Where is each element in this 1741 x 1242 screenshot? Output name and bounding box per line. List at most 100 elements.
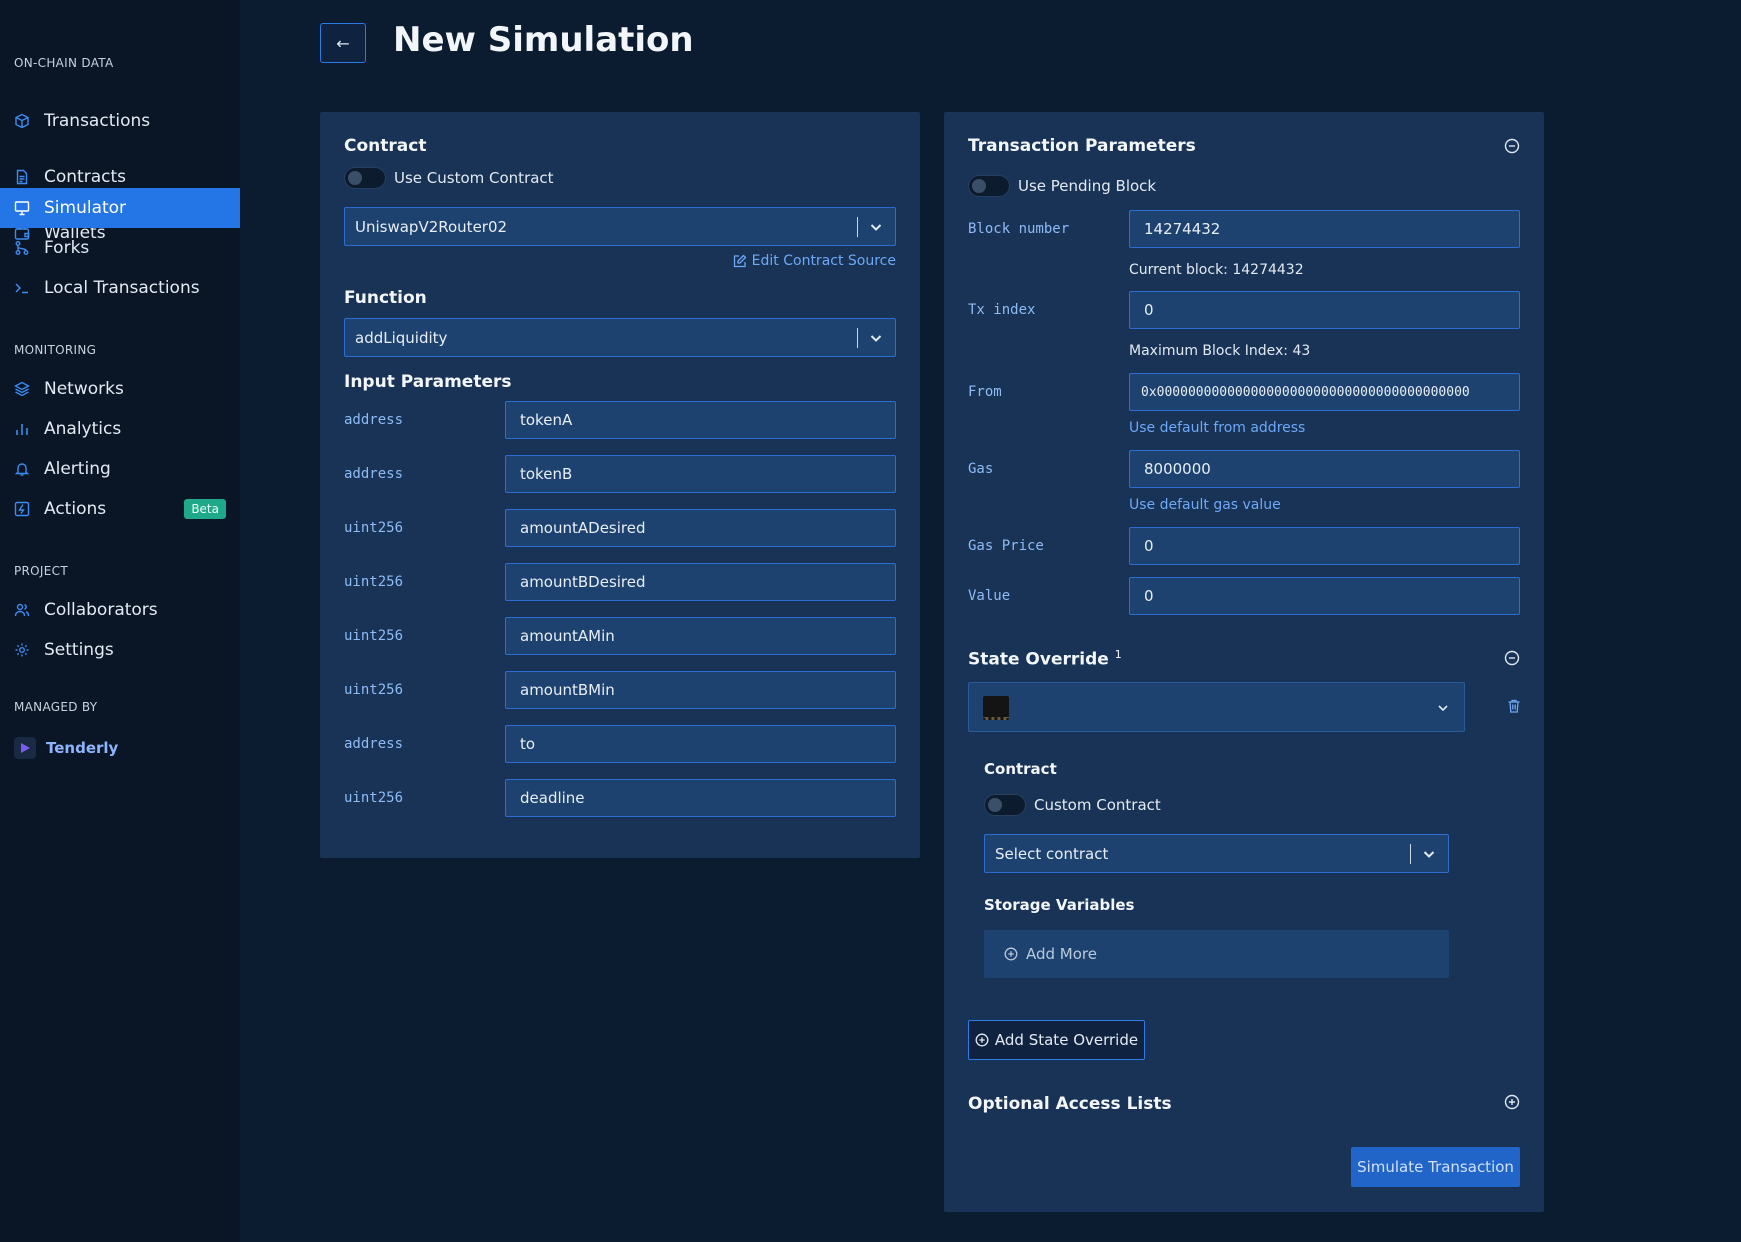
block-number-input[interactable]: 14274432: [1129, 210, 1520, 248]
storage-variables-heading: Storage Variables: [984, 896, 1135, 914]
trash-icon[interactable]: [1506, 698, 1522, 714]
tx-index-input[interactable]: 0: [1129, 291, 1520, 329]
sidebar-item-alerting[interactable]: Alerting: [0, 449, 240, 489]
back-button[interactable]: ←: [320, 23, 366, 63]
edit-contract-source-label: Edit Contract Source: [751, 253, 896, 269]
sidebar-item-settings[interactable]: Settings: [0, 630, 240, 670]
section-managed-by: MANAGED BY: [14, 700, 98, 714]
param-type: address: [344, 466, 404, 482]
document-icon: [14, 169, 30, 185]
value-label: Value: [968, 588, 1011, 604]
override-custom-contract-toggle[interactable]: [984, 794, 1026, 816]
edit-contract-source-link[interactable]: Edit Contract Source: [733, 253, 896, 269]
state-override-title: State Override: [968, 649, 1109, 670]
gas-input[interactable]: 8000000: [1129, 450, 1520, 488]
plus-circle-icon: [1004, 947, 1018, 961]
tx-index-label: Tx index: [968, 302, 1036, 318]
state-override-address-select[interactable]: [968, 682, 1465, 732]
transaction-parameters-panel: Transaction Parameters Use Pending Block…: [944, 112, 1544, 1212]
add-state-override-label: Add State Override: [994, 1031, 1139, 1049]
section-onchain-data: ON-CHAIN DATA: [14, 56, 114, 70]
param-type: address: [344, 412, 404, 428]
contract-select-value: UniswapV2Router02: [355, 217, 508, 236]
brand-label: Tenderly: [46, 739, 119, 757]
sidebar-item-forks[interactable]: Forks: [0, 228, 240, 268]
override-contract-select[interactable]: Select contract: [984, 834, 1449, 873]
add-more-button[interactable]: Add More: [984, 930, 1449, 978]
param-input-to[interactable]: to: [505, 725, 896, 763]
sidebar-item-simulator[interactable]: Simulator: [0, 188, 240, 228]
simulate-transaction-button[interactable]: Simulate Transaction: [1351, 1147, 1520, 1187]
layers-icon: [14, 381, 30, 397]
add-state-override-button[interactable]: Add State Override: [968, 1020, 1145, 1060]
terminal-icon: [14, 280, 30, 296]
sidebar-item-actions[interactable]: Actions Beta: [0, 489, 240, 529]
sidebar-item-analytics[interactable]: Analytics: [0, 409, 240, 449]
cube-icon: [14, 113, 30, 129]
users-icon: [14, 602, 30, 618]
plus-circle-icon: [975, 1033, 989, 1047]
select-divider: [857, 217, 858, 237]
select-divider: [1410, 844, 1411, 864]
param-input-amountADesired[interactable]: amountADesired: [505, 509, 896, 547]
collapse-minus-icon[interactable]: [1504, 650, 1520, 666]
override-contract-select-value: Select contract: [995, 844, 1109, 863]
param-input-tokenA[interactable]: tokenA: [505, 401, 896, 439]
gas-price-label: Gas Price: [968, 538, 1044, 554]
contract-select[interactable]: UniswapV2Router02: [344, 207, 896, 246]
current-block-text: Current block: 14274432: [1129, 262, 1304, 278]
bell-icon: [14, 461, 30, 477]
pending-block-toggle[interactable]: [968, 175, 1010, 197]
param-type: uint256: [344, 790, 404, 806]
chevron-down-icon: [1436, 700, 1450, 714]
gas-price-input[interactable]: 0: [1129, 527, 1520, 565]
param-input-amountBDesired[interactable]: amountBDesired: [505, 563, 896, 601]
custom-contract-toggle[interactable]: [344, 167, 386, 189]
value-input[interactable]: 0: [1129, 577, 1520, 615]
page-title: New Simulation: [393, 20, 694, 60]
sidebar-item-label: Networks: [44, 379, 124, 399]
param-input-amountAMin[interactable]: amountAMin: [505, 617, 896, 655]
function-select[interactable]: addLiquidity: [344, 318, 896, 357]
sidebar-item-label: Simulator: [44, 198, 127, 218]
arrow-left-icon: ←: [336, 33, 350, 53]
address-avatar: [983, 696, 1009, 720]
function-select-value: addLiquidity: [355, 328, 448, 347]
transaction-parameters-heading: Transaction Parameters: [968, 136, 1196, 156]
sidebar-item-label: Alerting: [44, 459, 111, 479]
param-input-tokenB[interactable]: tokenB: [505, 455, 896, 493]
default-gas-value-link[interactable]: Use default gas value: [1129, 497, 1281, 513]
beta-badge: Beta: [184, 499, 226, 519]
function-heading: Function: [344, 288, 427, 308]
monitor-icon: [14, 200, 30, 216]
param-input-deadline[interactable]: deadline: [505, 779, 896, 817]
sidebar-item-label: Collaborators: [44, 600, 158, 620]
param-type: uint256: [344, 682, 404, 698]
sidebar: ON-CHAIN DATA Transactions Contracts Wal…: [0, 0, 240, 1242]
collapse-minus-icon[interactable]: [1504, 138, 1520, 154]
sidebar-item-local-transactions[interactable]: Local Transactions: [0, 268, 240, 308]
param-input-amountBMin[interactable]: amountBMin: [505, 671, 896, 709]
override-custom-contract-label: Custom Contract: [1034, 796, 1161, 814]
override-contract-heading: Contract: [984, 760, 1057, 778]
default-from-address-link[interactable]: Use default from address: [1129, 420, 1305, 436]
from-address-input[interactable]: 0x00000000000000000000000000000000000000…: [1129, 373, 1520, 411]
param-type: uint256: [344, 574, 404, 590]
param-type: uint256: [344, 628, 404, 644]
max-block-index-text: Maximum Block Index: 43: [1129, 343, 1311, 359]
chevron-down-icon: [868, 219, 884, 235]
expand-plus-icon[interactable]: [1504, 1094, 1520, 1110]
contract-panel: Contract Use Custom Contract UniswapV2Ro…: [320, 112, 920, 858]
select-divider: [857, 328, 858, 348]
input-parameters-heading: Input Parameters: [344, 372, 512, 392]
custom-contract-toggle-label: Use Custom Contract: [394, 169, 554, 187]
sidebar-item-label: Contracts: [44, 167, 126, 187]
state-override-count: 1: [1114, 648, 1122, 661]
tenderly-logo-icon: [14, 737, 36, 759]
sidebar-item-transactions[interactable]: Transactions: [0, 101, 240, 141]
sidebar-item-label: Local Transactions: [44, 278, 200, 298]
sidebar-item-collaborators[interactable]: Collaborators: [0, 590, 240, 630]
tenderly-brand[interactable]: Tenderly: [14, 737, 118, 759]
sidebar-item-networks[interactable]: Networks: [0, 369, 240, 409]
section-monitoring: MONITORING: [14, 343, 97, 357]
